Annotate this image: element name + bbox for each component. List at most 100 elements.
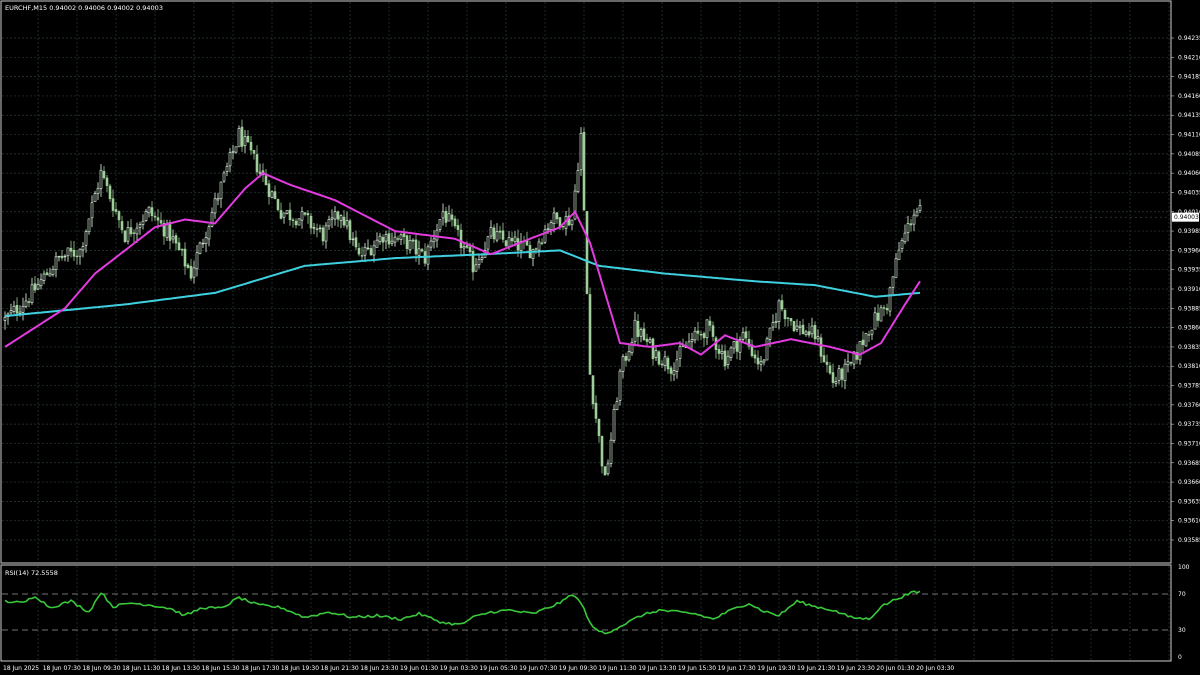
candle-body	[90, 202, 94, 219]
candle-body	[201, 242, 205, 245]
candle-body	[510, 238, 514, 242]
candle-body	[429, 240, 433, 248]
candle-body	[834, 381, 838, 384]
candle-body	[456, 225, 460, 230]
candle-body	[756, 357, 760, 365]
candle-body	[270, 191, 274, 198]
candle-body	[111, 198, 115, 211]
candle-body	[702, 333, 706, 339]
candle-body	[330, 217, 334, 220]
price-tick-label: 0.93960	[1178, 247, 1200, 254]
candle-body	[882, 307, 886, 309]
price-tick-label: 0.93585	[1178, 537, 1200, 544]
candle-body	[174, 235, 178, 244]
candle-body	[645, 338, 649, 342]
time-tick-label: 18 Jun 21:30	[321, 665, 359, 672]
candle-body	[495, 231, 499, 241]
candle-body	[798, 325, 802, 328]
candle-body	[216, 198, 220, 201]
candle-body	[363, 246, 367, 256]
candle-body	[105, 177, 109, 186]
candle-body	[324, 225, 328, 242]
candle-body	[255, 154, 259, 173]
candle-body	[63, 255, 67, 258]
candle-body	[513, 236, 517, 243]
candle-body	[15, 305, 19, 314]
candle-body	[717, 348, 721, 354]
candle-body	[780, 300, 784, 310]
time-tick-label: 19 Jun 07:30	[519, 665, 557, 672]
candle-body	[285, 210, 289, 214]
candle-body	[249, 141, 253, 151]
candle-body	[813, 325, 817, 340]
candle-body	[93, 193, 97, 202]
candle-body	[30, 284, 34, 303]
candle-body	[126, 227, 130, 242]
candle-body	[489, 227, 493, 237]
candle-body	[357, 247, 361, 255]
price-tick-label: 0.93635	[1178, 498, 1200, 505]
candle-body	[39, 279, 43, 287]
time-tick-label: 19 Jun 01:30	[400, 665, 438, 672]
candle-body	[534, 248, 538, 250]
candle-body	[804, 331, 808, 335]
price-tick-label: 0.93935	[1178, 267, 1200, 274]
candle-body	[840, 368, 844, 380]
candle-body	[777, 300, 781, 322]
candle-body	[858, 341, 862, 361]
candle-body	[582, 131, 586, 211]
candle-body	[663, 356, 667, 367]
candle-body	[801, 324, 805, 335]
candle-body	[60, 255, 64, 259]
candle-body	[180, 248, 184, 251]
candle-body	[654, 350, 658, 358]
time-tick-label: 18 Jun 11:30	[122, 665, 160, 672]
trading-chart[interactable]: 0.94235 0.94210 0.94185 0.94160 0.94135 0.941…	[0, 0, 1200, 675]
time-tick-label: 19 Jun 11:30	[599, 665, 637, 672]
candle-body	[213, 198, 217, 214]
candle-body	[597, 418, 601, 437]
candle-body	[228, 152, 232, 167]
candle-body	[135, 227, 139, 235]
candle-body	[831, 372, 835, 383]
time-tick-label: 18 Jun 13:30	[162, 665, 200, 672]
candle-body	[693, 330, 697, 341]
candle-body	[870, 329, 874, 335]
candle-body	[300, 211, 304, 221]
candle-body	[252, 149, 256, 154]
candle-body	[348, 220, 352, 240]
time-tick-label: 18 Jun 2025	[3, 665, 39, 672]
candle-body	[771, 322, 775, 328]
candle-body	[171, 236, 175, 240]
candle-body	[786, 317, 790, 319]
candle-body	[108, 185, 112, 200]
candle-body	[294, 220, 298, 226]
candle-body	[351, 238, 355, 241]
candle-body	[492, 227, 496, 240]
candle-body	[393, 236, 397, 243]
time-tick-label: 19 Jun 19:30	[757, 665, 795, 672]
candle-body	[378, 235, 382, 242]
candle-body	[735, 340, 739, 352]
candle-body	[591, 375, 595, 405]
candle-body	[435, 229, 439, 241]
candle-body	[33, 283, 37, 291]
candle-body	[129, 227, 133, 235]
candle-body	[336, 211, 340, 220]
candle-body	[225, 166, 229, 172]
candle-body	[762, 359, 766, 363]
candle-body	[42, 273, 46, 281]
candle-body	[204, 237, 208, 244]
candle-body	[306, 213, 310, 216]
candle-body	[648, 339, 652, 343]
candle-body	[480, 257, 484, 260]
candle-body	[345, 220, 349, 227]
candle-body	[720, 351, 724, 354]
candle-body	[186, 264, 190, 268]
candle-body	[741, 332, 745, 340]
candle-body	[141, 220, 145, 225]
candle-body	[459, 229, 463, 248]
candle-body	[240, 126, 244, 147]
rsi-tick-label: 100	[1178, 564, 1190, 571]
chart-background	[0, 0, 1200, 675]
